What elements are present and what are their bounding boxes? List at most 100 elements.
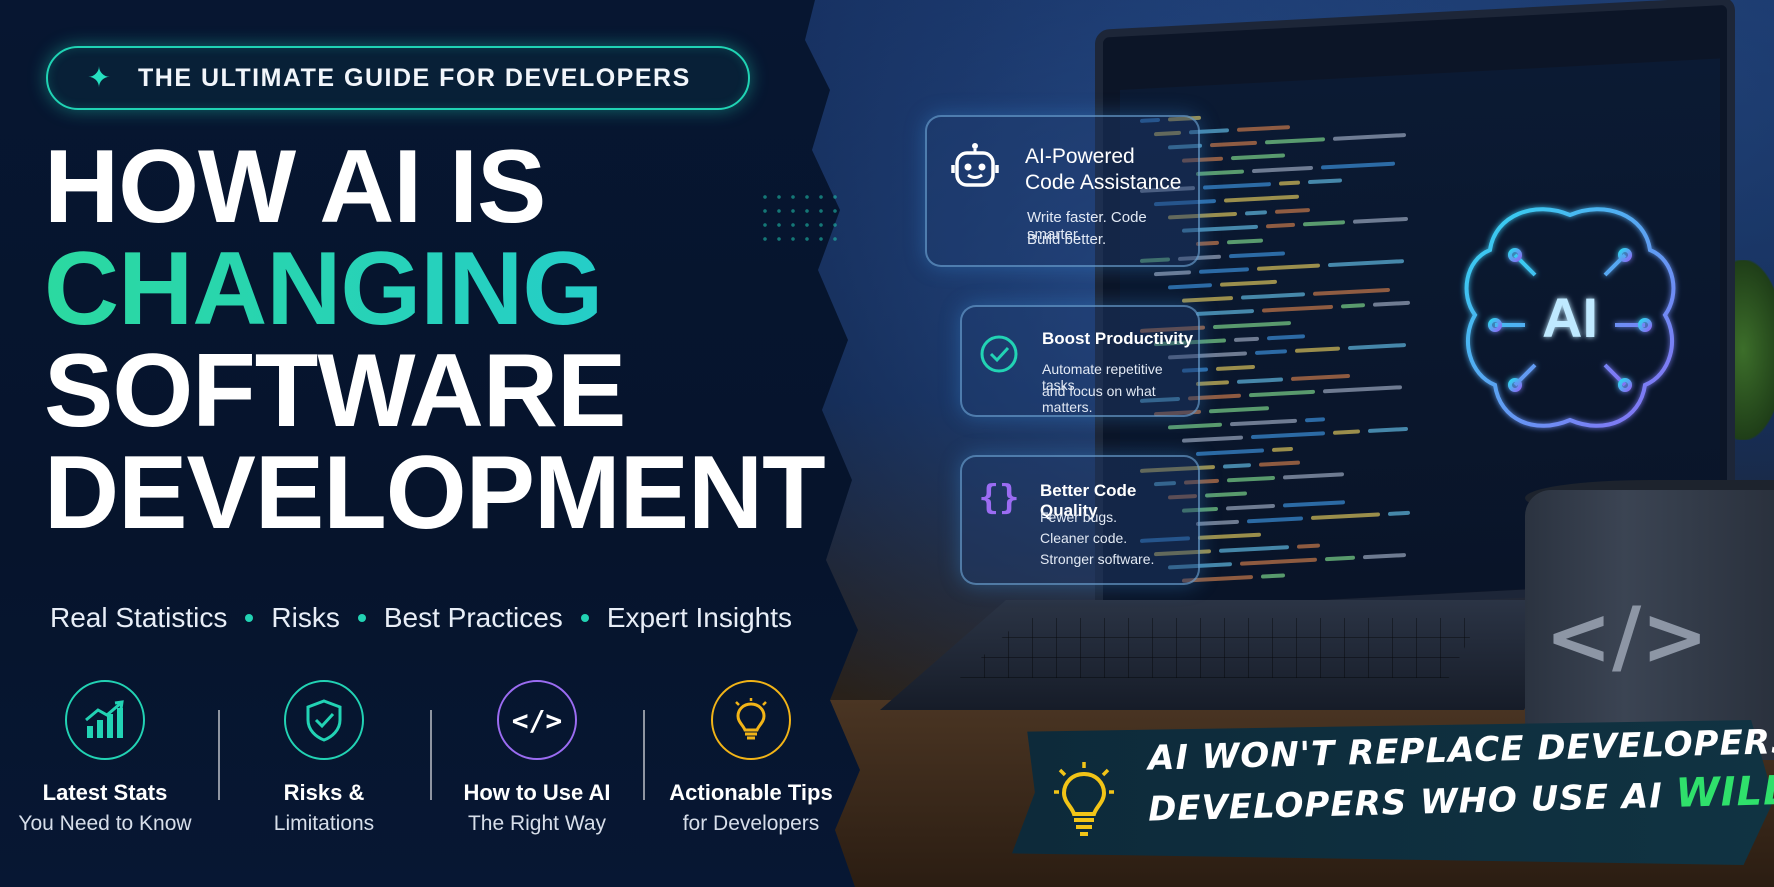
code-line xyxy=(1368,426,1408,434)
code-line xyxy=(1182,296,1233,303)
code-line xyxy=(1283,472,1344,480)
feature-title: Actionable Tips xyxy=(669,780,833,805)
code-line xyxy=(1328,259,1404,268)
braces-icon: {} xyxy=(978,478,1020,518)
badge-text: THE ULTIMATE GUIDE FOR DEVELOPERS xyxy=(138,63,691,92)
code-line xyxy=(1257,263,1320,271)
code-line xyxy=(1196,448,1264,457)
code-line xyxy=(1205,491,1247,498)
code-line xyxy=(1240,557,1317,566)
card-ai-code-assistance: AI-Powered Code Assistance Write faster.… xyxy=(925,115,1200,267)
code-line xyxy=(1234,336,1259,343)
page-title: HOW AI IS CHANGING SOFTWARE DEVELOPMENT xyxy=(44,129,826,545)
card-boost-productivity: Boost Productivity Automate repetitive t… xyxy=(960,305,1200,417)
code-line xyxy=(1196,169,1244,177)
code-line xyxy=(1227,238,1263,245)
code-line xyxy=(1348,343,1406,351)
code-line xyxy=(1226,503,1275,511)
laptop-keyboard xyxy=(960,618,1480,678)
code-line xyxy=(1245,210,1267,216)
card-title: Code Assistance xyxy=(1025,171,1182,194)
feature-risks: Risks & Limitations xyxy=(224,680,424,836)
code-line xyxy=(1182,435,1243,443)
code-line xyxy=(1216,364,1255,371)
code-line xyxy=(1251,431,1325,440)
code-line xyxy=(1168,283,1212,290)
chart-growth-icon xyxy=(65,680,145,760)
code-line xyxy=(1266,222,1295,229)
code-line xyxy=(1255,349,1287,355)
quote-highlight: WILL. xyxy=(1675,767,1774,817)
code-line xyxy=(1333,133,1406,141)
code-line xyxy=(1227,475,1275,483)
card-better-code-quality: {} Better Code Quality Fewer bugs. Clean… xyxy=(960,455,1200,585)
code-line xyxy=(1203,182,1271,190)
card-title: AI-Powered xyxy=(1025,145,1135,168)
code-line xyxy=(1363,553,1406,560)
code-line xyxy=(1231,153,1285,161)
brain-label: AI xyxy=(1542,286,1598,349)
mug-code-symbol: </> xyxy=(1545,590,1709,683)
feature-subtitle: Limitations xyxy=(273,812,375,835)
topics-list: Real Statistics Risks Best Practices Exp… xyxy=(50,602,792,634)
code-line xyxy=(1265,137,1325,145)
card-desc: Fewer bugs. xyxy=(1040,509,1118,525)
code-line xyxy=(1224,194,1299,203)
divider xyxy=(430,710,432,800)
feature-row: Latest Stats You Need to Know Risks & Li… xyxy=(0,680,850,850)
code-line xyxy=(1196,380,1229,387)
title-line-3: SOFTWARE xyxy=(44,333,626,449)
feature-actionable-tips: Actionable Tips for Developers xyxy=(651,680,851,836)
code-line xyxy=(1261,573,1285,579)
code-line xyxy=(1297,543,1320,549)
code-line xyxy=(1311,512,1380,520)
code-icon: </> xyxy=(497,680,577,760)
card-desc: and focus on what matters. xyxy=(1042,383,1156,415)
code-line xyxy=(1213,321,1291,330)
code-line xyxy=(1241,292,1305,300)
code-line xyxy=(1237,377,1283,384)
feature-subtitle: The Right Way xyxy=(467,812,607,835)
code-line xyxy=(1223,463,1251,469)
code-line xyxy=(1249,389,1315,398)
card-desc: Build better. xyxy=(1027,231,1107,248)
code-line xyxy=(1210,140,1257,148)
code-line xyxy=(1267,334,1305,341)
shield-check-icon xyxy=(284,680,364,760)
code-line xyxy=(1209,406,1269,414)
code-line xyxy=(1353,216,1408,224)
code-line xyxy=(1220,279,1277,287)
topic-item: Expert Insights xyxy=(606,602,793,633)
title-line-2: CHANGING xyxy=(44,237,825,341)
code-line xyxy=(1295,346,1340,353)
code-line xyxy=(1262,304,1333,313)
code-line xyxy=(1154,270,1191,277)
card-desc: Cleaner code. xyxy=(1040,530,1128,546)
code-line xyxy=(1321,161,1395,170)
divider xyxy=(218,710,220,800)
separator-dot xyxy=(357,614,366,622)
code-line xyxy=(1373,300,1410,307)
separator-dot xyxy=(580,614,589,622)
code-line xyxy=(1247,516,1303,524)
code-line xyxy=(1325,555,1355,562)
feature-title: How to Use AI xyxy=(463,780,611,805)
code-line xyxy=(1323,385,1402,394)
code-line xyxy=(1259,460,1300,467)
card-desc: Stronger software. xyxy=(1040,551,1155,567)
title-line-1: HOW AI IS xyxy=(44,129,546,245)
feature-how-to-use: </> How to Use AI The Right Way xyxy=(437,680,637,836)
feature-subtitle: You Need to Know xyxy=(18,812,192,835)
topic-item: Risks xyxy=(271,602,340,633)
code-line xyxy=(1252,165,1313,174)
check-circle-icon xyxy=(976,331,1022,377)
separator-dot xyxy=(245,614,254,622)
feature-title: Risks & xyxy=(283,780,365,805)
code-line xyxy=(1313,287,1390,296)
card-title: Boost Productivity xyxy=(1042,329,1194,348)
code-line xyxy=(1283,500,1345,508)
code-line xyxy=(1305,417,1325,423)
feature-latest-stats: Latest Stats You Need to Know xyxy=(5,680,205,836)
code-line xyxy=(1230,418,1297,427)
code-line xyxy=(1341,303,1365,309)
